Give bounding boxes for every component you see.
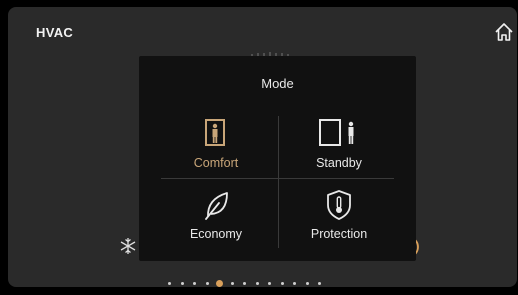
shield-thermometer-icon (327, 190, 351, 220)
person-beside-door-icon (319, 119, 354, 146)
page-dot[interactable] (255, 282, 259, 285)
mode-option-protection[interactable]: Protection (284, 189, 394, 249)
mode-option-label: Comfort (193, 156, 239, 170)
page-dot[interactable] (305, 282, 309, 285)
page-dot[interactable] (180, 282, 184, 285)
page-dot[interactable] (205, 282, 209, 285)
mode-dialog: Mode Comfort Standby Economy Protection (139, 56, 416, 261)
mode-option-label: Standby (316, 156, 362, 170)
mode-option-label: Protection (310, 227, 368, 241)
mode-option-comfort[interactable]: Comfort (161, 118, 271, 178)
page-dot[interactable] (268, 282, 271, 285)
page-dot[interactable] (293, 282, 296, 285)
leaf-icon (205, 192, 228, 220)
grid-divider-vertical (278, 116, 279, 248)
page-dot[interactable] (193, 282, 196, 285)
page-dot-active[interactable] (216, 280, 223, 287)
home-icon[interactable] (493, 21, 515, 43)
screen: HVAC Mode Comfort Standby Economy Protec… (0, 0, 518, 295)
page-dot[interactable] (318, 282, 321, 285)
page-dot[interactable] (280, 282, 284, 285)
page-title: HVAC (36, 25, 74, 40)
grid-divider-horizontal (161, 178, 394, 179)
page-dot[interactable] (168, 282, 171, 285)
mode-dialog-title: Mode (261, 76, 294, 91)
mode-option-standby[interactable]: Standby (284, 118, 394, 178)
person-in-door-icon (205, 119, 225, 146)
mode-option-label: Economy (189, 227, 243, 241)
page-dot[interactable] (230, 282, 234, 285)
mode-option-economy[interactable]: Economy (161, 189, 271, 249)
snowflake-icon[interactable] (118, 236, 138, 256)
page-indicator[interactable] (168, 278, 388, 287)
page-dot[interactable] (243, 282, 246, 285)
hvac-panel: HVAC Mode Comfort Standby Economy Protec… (8, 7, 517, 287)
